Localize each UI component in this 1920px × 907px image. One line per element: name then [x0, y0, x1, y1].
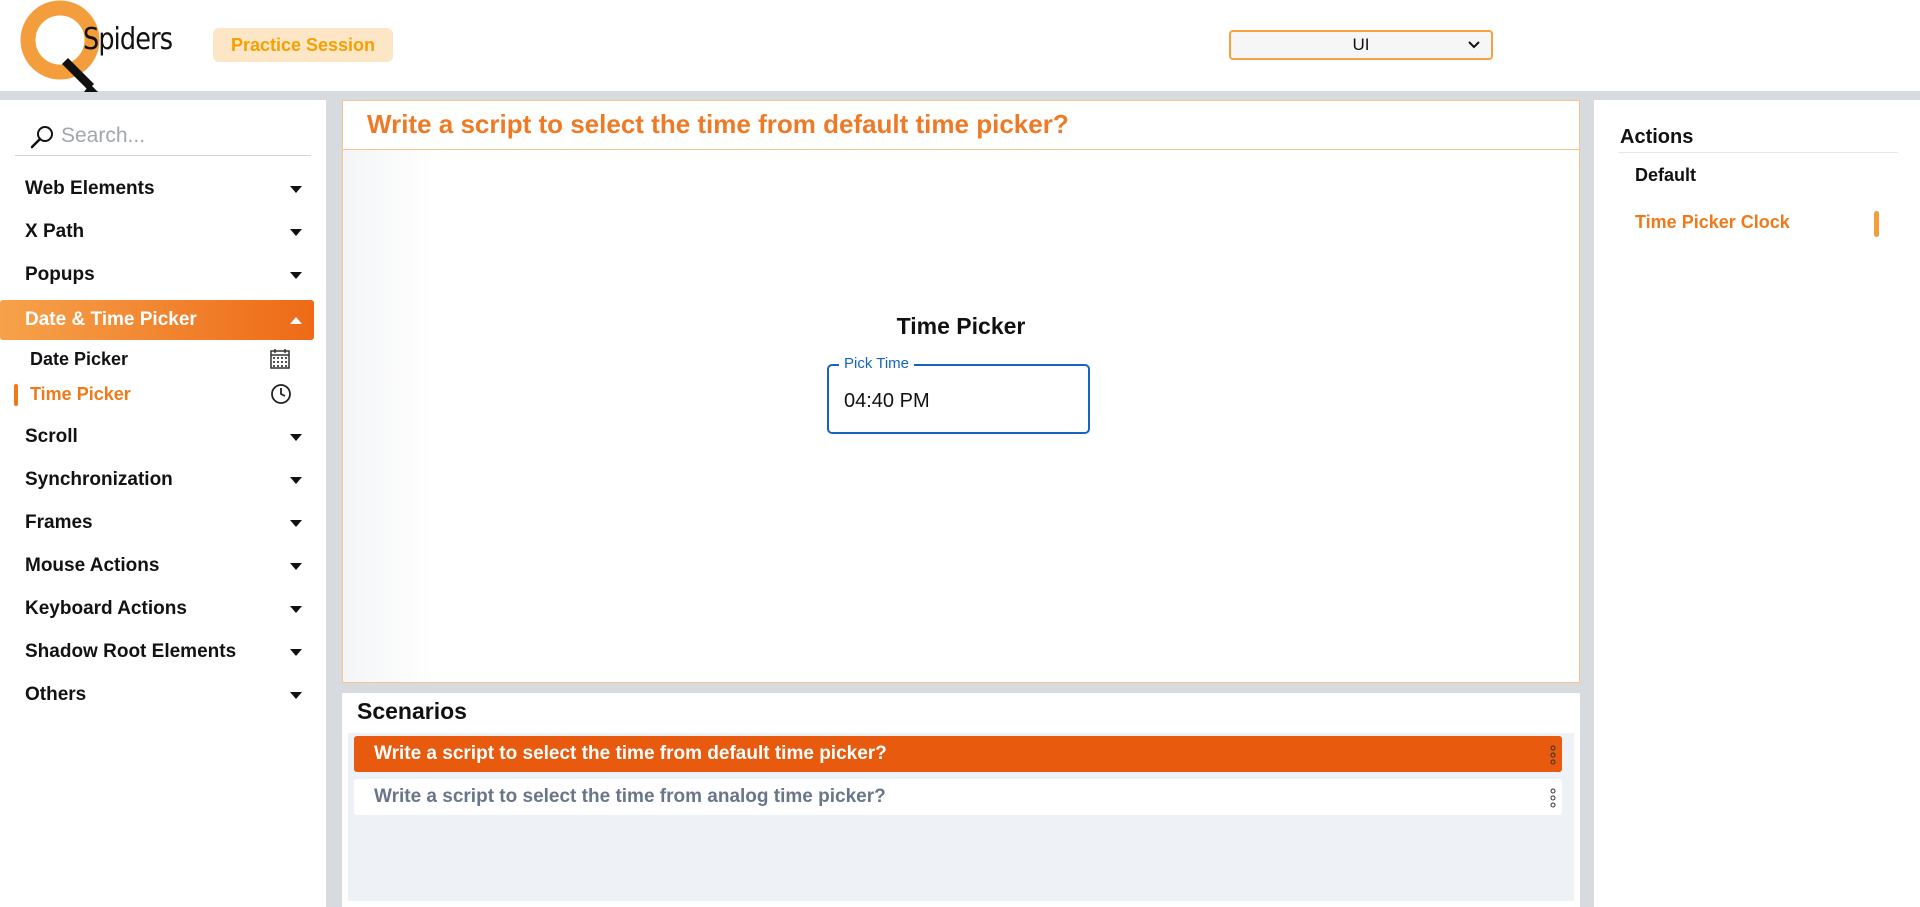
content-shade — [343, 150, 433, 682]
nav-item-x-path[interactable]: X Path — [0, 212, 314, 252]
chevron-down-icon — [1467, 37, 1481, 54]
title-divider — [343, 149, 1579, 150]
actions-divider — [1618, 152, 1898, 153]
nav-item-label: Keyboard Actions — [25, 598, 187, 619]
sub-item-time-picker[interactable]: Time Picker — [0, 378, 314, 410]
pick-time-input[interactable]: Pick Time 04:40 PM — [827, 355, 1090, 434]
nav-item-frames[interactable]: Frames — [0, 503, 314, 543]
caret-down-icon — [290, 562, 302, 570]
top-header: Spiders Practice Session UI — [0, 0, 1920, 92]
nav-item-popups[interactable]: Popups — [0, 255, 314, 295]
nav-item-web-elements[interactable]: Web Elements — [0, 169, 314, 209]
scenario-label: Write a script to select the time from a… — [374, 786, 886, 807]
caret-down-icon — [290, 605, 302, 613]
qspiders-logo[interactable]: Spiders — [18, 0, 178, 92]
clock-icon — [270, 383, 292, 410]
main-content-card: Write a script to select the time from d… — [342, 100, 1580, 683]
sub-item-label: Date Picker — [30, 349, 129, 369]
caret-down-icon — [290, 185, 302, 193]
caret-down-icon — [290, 271, 302, 279]
logo-text: Spiders — [83, 22, 173, 57]
nav-item-keyboard-actions[interactable]: Keyboard Actions — [0, 589, 314, 629]
page-title: Write a script to select the time from d… — [367, 109, 1069, 139]
selected-indicator — [1874, 211, 1879, 237]
nav-item-others[interactable]: Others — [0, 675, 314, 715]
caret-down-icon — [290, 691, 302, 699]
nav-item-label: Others — [25, 684, 87, 705]
scenario-item-default[interactable]: Write a script to select the time from d… — [354, 736, 1562, 772]
more-options-icon[interactable] — [1550, 745, 1556, 765]
search-input[interactable]: Search... — [15, 118, 311, 156]
selected-indicator — [14, 384, 18, 406]
search-icon — [29, 124, 55, 155]
caret-down-icon — [290, 648, 302, 656]
pick-time-value: 04:40 PM — [844, 390, 930, 412]
nav-item-synchronization[interactable]: Synchronization — [0, 460, 314, 500]
nav-item-scroll[interactable]: Scroll — [0, 417, 314, 457]
more-options-icon[interactable] — [1550, 788, 1556, 808]
calendar-icon — [270, 348, 290, 375]
caret-down-icon — [290, 228, 302, 236]
search-placeholder: Search... — [61, 124, 146, 147]
scenarios-title: Scenarios — [357, 698, 467, 724]
nav-item-label: Mouse Actions — [25, 555, 160, 576]
caret-down-icon — [290, 433, 302, 441]
nav-item-label: X Path — [25, 221, 85, 242]
nav-item-mouse-actions[interactable]: Mouse Actions — [0, 546, 314, 586]
nav-item-label: Scroll — [25, 426, 78, 447]
nav-item-label: Synchronization — [25, 469, 173, 490]
time-picker-heading: Time Picker — [896, 313, 1026, 339]
nav-item-label: Date & Time Picker — [25, 309, 197, 330]
sub-item-date-picker[interactable]: Date Picker — [0, 343, 314, 375]
pick-time-label: Pick Time — [839, 355, 915, 372]
scenario-item-analog[interactable]: Write a script to select the time from a… — [354, 779, 1562, 815]
left-sidebar: Search... Web Elements X Path Popups Dat… — [0, 100, 326, 907]
actions-panel: Actions Default Time Picker Clock — [1594, 100, 1920, 907]
nav-item-label: Web Elements — [25, 178, 155, 199]
sub-item-label: Time Picker — [30, 384, 131, 404]
caret-down-icon — [290, 476, 302, 484]
nav-item-label: Popups — [25, 264, 95, 285]
practice-session-badge[interactable]: Practice Session — [213, 28, 393, 62]
nav-item-label: Frames — [25, 512, 93, 533]
category-select[interactable]: UI — [1229, 30, 1493, 60]
caret-down-icon — [290, 519, 302, 527]
caret-up-icon — [290, 316, 302, 324]
action-item-default[interactable]: Default — [1635, 165, 1696, 186]
nav-item-shadow-root-elements[interactable]: Shadow Root Elements — [0, 632, 314, 672]
nav-item-date-time-picker[interactable]: Date & Time Picker — [0, 300, 314, 340]
category-select-value: UI — [1352, 35, 1370, 54]
nav-item-label: Shadow Root Elements — [25, 641, 237, 662]
action-item-time-picker-clock[interactable]: Time Picker Clock — [1635, 212, 1790, 233]
actions-title: Actions — [1620, 126, 1694, 148]
scenarios-panel: Scenarios Write a script to select the t… — [342, 693, 1580, 907]
scenario-label: Write a script to select the time from d… — [374, 743, 887, 764]
